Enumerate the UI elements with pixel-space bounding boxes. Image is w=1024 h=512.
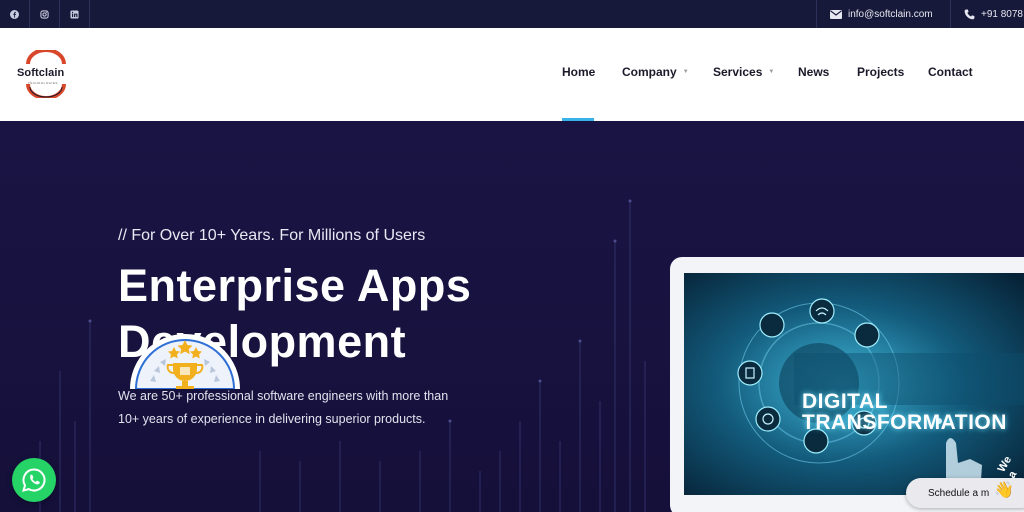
nav-contact-label: Contact [928, 65, 973, 79]
laptop-screen-line2: TRANSFORMATION [802, 411, 1007, 434]
logo-subtext: TECHNOLOGIES [28, 81, 58, 85]
instagram-icon[interactable] [30, 0, 60, 28]
laptop-screen-line1: DIGITAL [802, 390, 888, 413]
phone-text: +91 8078 [981, 8, 1023, 20]
nav-news[interactable]: News [798, 65, 829, 79]
email-link[interactable]: info@softclain.com [830, 0, 933, 28]
email-text: info@softclain.com [848, 8, 933, 20]
nav-home-label: Home [562, 65, 596, 79]
logo[interactable]: Softclain TECHNOLOGIES [14, 48, 78, 100]
hero-headline-line1: Enterprise Apps [118, 260, 472, 311]
nav-services-label: Services [713, 65, 763, 79]
whatsapp-icon [22, 468, 46, 492]
logo-text: Softclain [17, 67, 65, 79]
laptop-mockup: DIGITAL TRANSFORMATION [670, 257, 1024, 512]
top-bar: info@softclain.com +91 8078 [0, 0, 1024, 28]
divider [950, 0, 951, 28]
chevron-down-icon: ▼ [682, 69, 689, 75]
award-badge [128, 329, 242, 409]
facebook-icon[interactable] [0, 0, 30, 28]
hero-tagline: // For Over 10+ Years. For Millions of U… [118, 227, 426, 244]
laptop-screen-image: DIGITAL TRANSFORMATION [684, 273, 1024, 495]
waving-hand-icon: 👋 [994, 482, 1014, 499]
whatsapp-button[interactable] [12, 458, 56, 502]
schedule-meeting-label: Schedule a m [928, 487, 990, 499]
hero-description-line2: 10+ years of experience in delivering su… [118, 412, 426, 426]
linkedin-icon[interactable] [60, 0, 90, 28]
nav-news-label: News [798, 65, 830, 79]
laptop-screen-heading: DIGITAL TRANSFORMATION [802, 391, 1007, 433]
nav-projects[interactable]: Projects [857, 65, 904, 79]
chevron-down-icon: ▼ [768, 69, 775, 75]
main-navbar: Softclain TECHNOLOGIES Home Company ▼ Ser… [0, 28, 1024, 121]
nav-services[interactable]: Services ▼ [713, 65, 774, 79]
envelope-icon [830, 9, 842, 19]
phone-icon [964, 9, 975, 20]
nav-company-label: Company [622, 65, 677, 79]
hero-section: // For Over 10+ Years. For Millions of U… [0, 121, 1024, 512]
nav-home[interactable]: Home [562, 65, 595, 79]
phone-link[interactable]: +91 8078 [964, 0, 1023, 28]
divider [816, 0, 817, 28]
nav-projects-label: Projects [857, 65, 905, 79]
nav-contact[interactable]: Contact [928, 65, 973, 79]
nav-company[interactable]: Company ▼ [622, 65, 689, 79]
